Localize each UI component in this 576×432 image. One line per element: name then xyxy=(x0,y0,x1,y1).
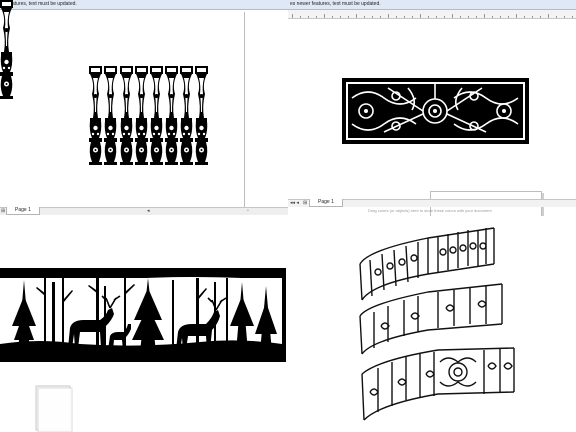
panel-deer-forest xyxy=(0,216,288,432)
baluster-shape xyxy=(0,0,13,99)
color-palette-hint: Drag colors (or objects) here to store t… xyxy=(368,208,492,213)
deer-forest-artwork xyxy=(0,268,286,432)
page-tab-bar: ⊞ Page 1 ◂ ▫ xyxy=(0,207,288,215)
ornament-artwork xyxy=(342,78,529,144)
panel-ornamental-screen: es newer features, text must be updated. xyxy=(288,0,576,216)
page-nav-icon[interactable]: ⊞ xyxy=(303,200,307,207)
baluster-artwork xyxy=(0,0,208,165)
page-tab-bar: ◂◂ ◂ ⊞ Page 1 xyxy=(288,199,576,207)
tab-page-1[interactable]: Page 1 xyxy=(6,207,40,215)
stair-railing-artwork xyxy=(359,227,515,421)
tab-page-1[interactable]: Page 1 xyxy=(309,199,343,207)
first-page-icon[interactable]: ◂◂ ◂ xyxy=(290,200,299,207)
page-nav-icon[interactable]: ⊞ xyxy=(1,208,5,215)
panel-baluster-design: er features, text must be updated. ⊞ Pag… xyxy=(0,0,288,216)
scroll-left-icon[interactable]: ◂ xyxy=(147,208,150,215)
scroll-thumb[interactable]: ▫ xyxy=(247,208,249,215)
panel-stair-railings xyxy=(288,216,576,432)
